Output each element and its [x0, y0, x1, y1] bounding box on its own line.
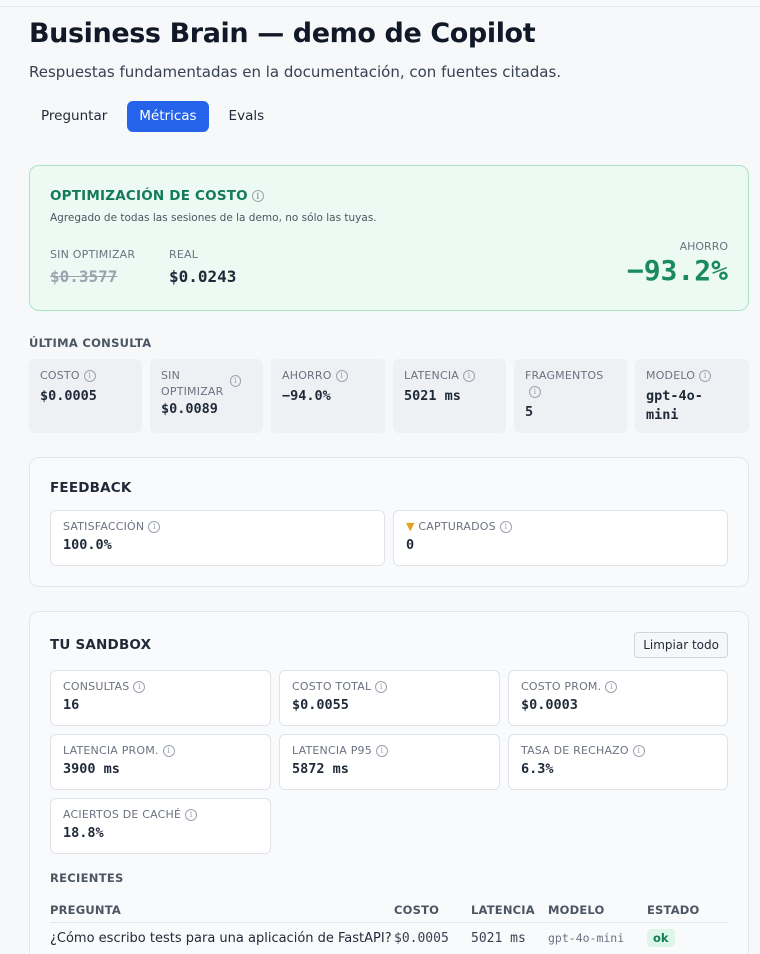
stat-p95-latency: LATENCIA P95 i 5872 ms: [279, 734, 500, 790]
real-value: $0.0243: [169, 267, 237, 286]
satisfaction-stat: SATISFACCIÓN i 100.0%: [50, 510, 385, 566]
tab-preguntar[interactable]: Preguntar: [29, 101, 119, 132]
stat-queries: CONSULTAS i 16: [50, 670, 271, 726]
page-subtitle: Respuestas fundamentadas en la documenta…: [29, 63, 562, 81]
info-icon[interactable]: i: [133, 681, 146, 693]
thumbs-down-icon: ▼: [406, 520, 415, 533]
info-icon[interactable]: i: [251, 190, 264, 202]
stat-total-cost: COSTO TOTAL i $0.0055: [279, 670, 500, 726]
info-icon[interactable]: i: [463, 370, 475, 382]
metric-savings: AHORRO i −94.0%: [271, 359, 385, 433]
column-header: MODELO: [548, 898, 647, 923]
info-icon[interactable]: i: [185, 809, 198, 821]
model-cell: gpt-4o-mini: [548, 931, 625, 946]
metric-unoptimized: SIN OPTIMIZAR i $0.0089: [150, 359, 263, 433]
tab-evals[interactable]: Evals: [217, 101, 277, 132]
captured-stat: ▼ CAPTURADOS i 0: [393, 510, 728, 566]
savings-label: AHORRO: [679, 240, 728, 253]
sandbox-title: TU SANDBOX: [50, 637, 152, 653]
status-cell: ok: [647, 922, 728, 954]
unoptimized-value: $0.3577: [50, 267, 118, 286]
info-icon[interactable]: i: [499, 521, 512, 533]
cost-optimization-card: OPTIMIZACIÓN DE COSTO i Agregado de todas…: [29, 165, 749, 311]
metric-fragments: FRAGMENTOSi 5: [514, 359, 627, 433]
feedback-title: FEEDBACK: [50, 480, 132, 496]
table-row[interactable]: ¿Cómo escribo tests para una aplicación …: [50, 922, 728, 954]
stat-cache-hits: ACIERTOS DE CACHÉ i 18.8%: [50, 798, 271, 854]
stat-avg-cost: COSTO PROM. i $0.0003: [508, 670, 728, 726]
status-badge: ok: [647, 929, 675, 948]
info-icon[interactable]: i: [605, 681, 618, 693]
savings-value: −93.2%: [626, 254, 728, 287]
metric-latency: LATENCIA i 5021 ms: [393, 359, 506, 433]
info-icon[interactable]: i: [162, 745, 175, 757]
info-icon[interactable]: i: [229, 375, 241, 387]
table-header-row: PREGUNTA COSTO LATENCIA MODELO ESTADO: [50, 898, 728, 923]
cost-cell: $0.0005: [394, 930, 449, 946]
info-icon[interactable]: i: [335, 370, 348, 382]
question-cell: ¿Cómo escribo tests para una aplicación …: [50, 930, 392, 946]
metric-model: MODELO i gpt-4o-mini: [635, 359, 749, 433]
cost-optimization-title: OPTIMIZACIÓN DE COSTO i: [50, 188, 264, 204]
metric-cost: COSTO i $0.0005: [29, 359, 142, 433]
recent-label: RECIENTES: [50, 871, 124, 885]
last-query-label: ÚLTIMA CONSULTA: [29, 336, 152, 350]
info-icon[interactable]: i: [529, 386, 541, 398]
stat-avg-latency: LATENCIA PROM. i 3900 ms: [50, 734, 271, 790]
stat-rejection-rate: TASA DE RECHAZO i 6.3%: [508, 734, 728, 790]
latency-cell: 5021 ms: [471, 930, 526, 946]
page-title: Business Brain — demo de Copilot: [29, 18, 536, 49]
column-header: ESTADO: [647, 898, 728, 923]
info-icon[interactable]: i: [699, 370, 712, 382]
real-label: REAL: [169, 248, 199, 261]
last-query-metrics: COSTO i $0.0005 SIN OPTIMIZAR i $0.0089 AH…: [29, 359, 749, 433]
info-icon[interactable]: i: [632, 745, 645, 757]
column-header: COSTO: [394, 898, 471, 923]
sandbox-panel: TU SANDBOX Limpiar todo CONSULTAS i 16 CO…: [29, 611, 749, 954]
column-header: PREGUNTA: [50, 898, 394, 923]
info-icon[interactable]: i: [148, 521, 161, 533]
top-divider: [0, 6, 760, 7]
feedback-panel: FEEDBACK SATISFACCIÓN i 100.0% ▼ CAPTURAD…: [29, 457, 749, 587]
info-icon[interactable]: i: [375, 681, 388, 693]
info-icon[interactable]: i: [83, 370, 96, 382]
recent-table: PREGUNTA COSTO LATENCIA MODELO ESTADO ¿C…: [50, 898, 728, 954]
tab-bar: Preguntar Métricas Evals: [29, 101, 284, 132]
unoptimized-label: SIN OPTIMIZAR: [50, 248, 136, 261]
cost-optimization-description: Agregado de todas las sesiones de la dem…: [50, 212, 377, 224]
column-header: LATENCIA: [471, 898, 548, 923]
info-icon[interactable]: i: [375, 745, 388, 757]
clear-all-button[interactable]: Limpiar todo: [634, 632, 728, 658]
tab-metricas[interactable]: Métricas: [127, 101, 209, 132]
